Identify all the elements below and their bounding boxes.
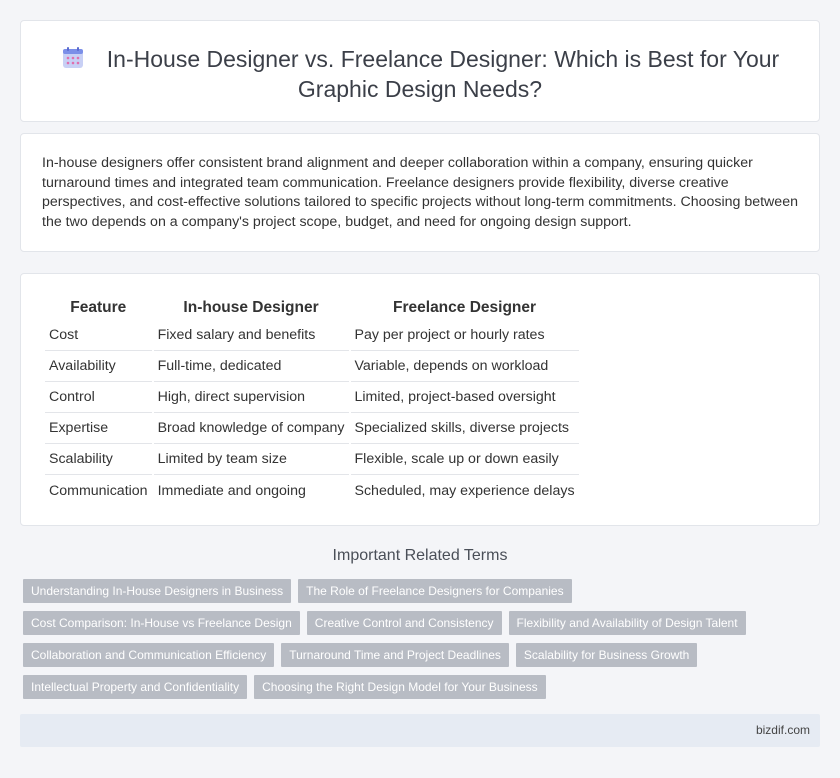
related-term-tag[interactable]: Understanding In-House Designers in Busi… bbox=[23, 579, 292, 603]
footer: bizdif.com bbox=[20, 714, 820, 747]
column-header: Freelance Designer bbox=[393, 298, 537, 316]
related-term-tag[interactable]: Scalability for Business Growth bbox=[515, 643, 698, 667]
table-cell: Pay per project or hourly rates bbox=[350, 320, 579, 351]
related-terms-list: Understanding In-House Designers in Busi… bbox=[23, 579, 823, 699]
related-term-tag[interactable]: Creative Control and Consistency bbox=[306, 611, 502, 635]
table-cell: Flexible, scale up or down easily bbox=[350, 444, 579, 475]
table-cell: Fixed salary and benefits bbox=[153, 320, 349, 351]
table-row: Availability Full-time, dedicated Variab… bbox=[45, 351, 579, 382]
table-cell: Immediate and ongoing bbox=[157, 482, 306, 499]
table-cell: Availability bbox=[45, 351, 152, 382]
table-cell: Broad knowledge of company bbox=[153, 413, 349, 444]
related-term-tag[interactable]: Intellectual Property and Confidentialit… bbox=[23, 675, 248, 699]
table-cell: Full-time, dedicated bbox=[153, 351, 349, 382]
table-cell: Specialized skills, diverse projects bbox=[350, 413, 579, 444]
table-cell: Limited by team size bbox=[153, 444, 349, 475]
table-cell: Variable, depends on workload bbox=[350, 351, 579, 382]
related-term-tag[interactable]: Flexibility and Availability of Design T… bbox=[508, 611, 746, 635]
related-term-tag[interactable]: Cost Comparison: In-House vs Freelance D… bbox=[23, 611, 300, 635]
table-cell: High, direct supervision bbox=[153, 382, 349, 413]
calendar-icon bbox=[62, 47, 83, 68]
table-row: Expertise Broad knowledge of company Spe… bbox=[45, 413, 579, 444]
table-cell: Scheduled, may experience delays bbox=[354, 482, 575, 499]
column-header: In-house Designer bbox=[183, 298, 319, 316]
intro-paragraph: In-house designers offer consistent bran… bbox=[42, 155, 798, 230]
related-terms-heading: Important Related Terms bbox=[332, 547, 508, 564]
table-cell: Control bbox=[45, 382, 152, 413]
comparison-table: Feature In-house Designer Freelance Desi… bbox=[43, 295, 581, 506]
related-term-tag[interactable]: Collaboration and Communication Efficien… bbox=[23, 643, 275, 667]
table-cell: Expertise bbox=[45, 413, 152, 444]
page-title-wrapper: In-House Designer vs. Freelance Designer… bbox=[51, 44, 789, 104]
table-cell: Scalability bbox=[45, 444, 152, 475]
table-row: Control High, direct supervision Limited… bbox=[45, 382, 579, 413]
table-cell: Limited, project-based oversight bbox=[350, 382, 579, 413]
table-row: Communication Immediate and ongoing Sche… bbox=[45, 475, 579, 506]
comparison-card: Feature In-house Designer Freelance Desi… bbox=[20, 273, 820, 526]
title-card: In-House Designer vs. Freelance Designer… bbox=[20, 20, 820, 122]
related-term-tag[interactable]: Turnaround Time and Project Deadlines bbox=[281, 643, 509, 667]
site-name[interactable]: bizdif.com bbox=[756, 723, 810, 737]
table-header-row: Feature In-house Designer Freelance Desi… bbox=[45, 295, 579, 320]
table-cell: Communication bbox=[49, 482, 148, 499]
column-header: Feature bbox=[70, 298, 127, 316]
page-title: In-House Designer vs. Freelance Designer… bbox=[106, 46, 780, 102]
intro-card: In-house designers offer consistent bran… bbox=[20, 133, 820, 252]
related-term-tag[interactable]: Choosing the Right Design Model for Your… bbox=[254, 675, 546, 699]
table-row: Cost Fixed salary and benefits Pay per p… bbox=[45, 320, 579, 351]
table-row: Scalability Limited by team size Flexibl… bbox=[45, 444, 579, 475]
table-cell: Cost bbox=[45, 320, 152, 351]
related-term-tag[interactable]: The Role of Freelance Designers for Comp… bbox=[298, 579, 572, 603]
